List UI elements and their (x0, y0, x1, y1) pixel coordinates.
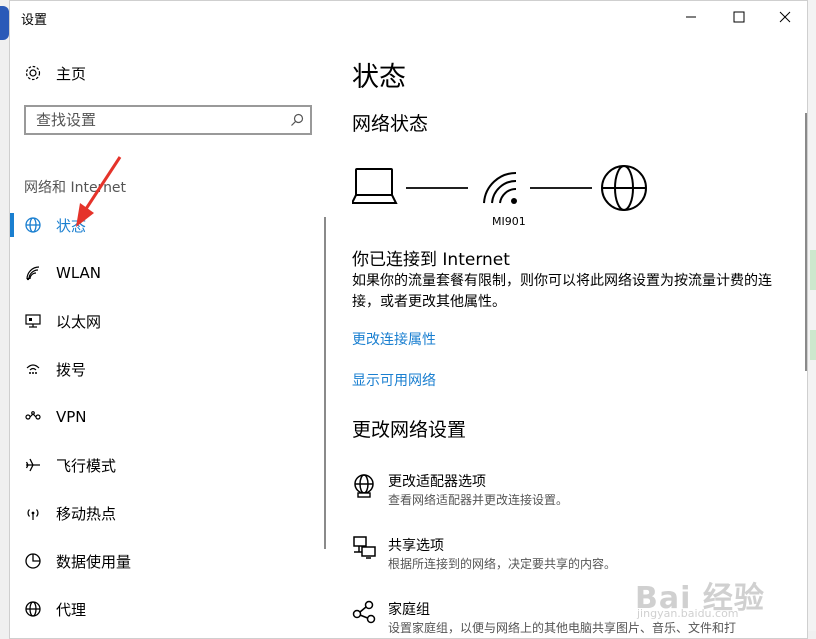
search-icon[interactable] (290, 113, 304, 127)
sidebar-item-status[interactable]: 状态 (10, 205, 310, 245)
sidebar-item-label: 主页 (56, 64, 87, 83)
option-description: 设置家庭组，以便与网络上的其他电脑共享图片、音乐、文件和打 (388, 621, 737, 635)
airplane-icon (24, 456, 42, 474)
option-change-adapter[interactable]: 更改适配器选项 查看网络适配器并更改连接设置。 (352, 469, 782, 513)
show-available-networks-link[interactable]: 显示可用网络 (352, 370, 436, 390)
maximize-icon (733, 11, 745, 23)
change-connection-properties-link[interactable]: 更改连接属性 (352, 329, 436, 349)
option-homegroup[interactable]: 家庭组 设置家庭组，以便与网络上的其他电脑共享图片、音乐、文件和打 (352, 597, 782, 638)
network-diagram (352, 165, 647, 211)
sidebar-item-dialup[interactable]: 拨号 (10, 349, 310, 389)
sharing-icon (353, 536, 376, 559)
sidebar-item-label: 状态 (56, 216, 87, 235)
sidebar-item-label: 移动热点 (56, 504, 117, 523)
sidebar-scrollbar[interactable] (324, 217, 326, 549)
option-title: 更改适配器选项 (388, 474, 486, 490)
main-content: 状态 网络状态 MI901 你已连接到 Internet 如果你的流量套餐有限制… (352, 33, 792, 638)
sidebar-item-label: 飞行模式 (56, 456, 117, 475)
search-box (24, 105, 312, 135)
connected-heading: 你已连接到 Internet (352, 250, 510, 270)
section-label: 网络和 Internet (24, 180, 127, 196)
internet-globe-icon (601, 165, 647, 211)
adapter-icon (354, 474, 374, 498)
sidebar-item-wlan[interactable]: WLAN (10, 253, 310, 293)
connected-description: 如果你的流量套餐有限制，则你可以将此网络设置为按流量计费的连接，或者更改其他属性… (352, 273, 772, 310)
main-scrollbar[interactable] (805, 113, 807, 371)
network-status-heading: 网络状态 (352, 113, 429, 135)
sidebar-item-label: 数据使用量 (56, 552, 132, 571)
sidebar-item-hotspot[interactable]: 移动热点 (10, 493, 310, 533)
title-bar: 设置 (10, 1, 807, 33)
maximize-button[interactable] (716, 3, 762, 31)
search-input[interactable] (36, 110, 276, 130)
proxy-globe-icon (24, 600, 42, 618)
laptop-icon (352, 168, 398, 204)
sidebar-item-label: 拨号 (56, 360, 87, 379)
hotspot-icon (24, 504, 42, 522)
globe-icon (24, 216, 42, 234)
close-icon (779, 11, 791, 23)
sidebar-item-home[interactable]: 主页 (10, 53, 310, 93)
option-sharing[interactable]: 共享选项 根据所连接到的网络，决定要共享的内容。 (352, 533, 782, 577)
homegroup-icon (352, 600, 376, 624)
sidebar-item-airplane[interactable]: 飞行模式 (10, 445, 310, 485)
minimize-button[interactable] (668, 3, 714, 31)
wifi-signal-icon (483, 171, 517, 204)
vpn-icon (24, 408, 42, 426)
sidebar-item-label: VPN (56, 408, 87, 426)
option-title: 家庭组 (388, 602, 430, 618)
settings-window: 设置 主页 网络和 Internet 状态 (9, 0, 808, 639)
window-title: 设置 (21, 13, 48, 28)
background-app-logo (0, 6, 9, 40)
option-title: 共享选项 (388, 538, 444, 554)
ethernet-icon (24, 312, 42, 330)
option-description: 根据所连接到的网络，决定要共享的内容。 (388, 557, 617, 571)
sidebar-item-data-usage[interactable]: 数据使用量 (10, 541, 310, 581)
wifi-icon (24, 264, 42, 282)
sidebar-item-proxy[interactable]: 代理 (10, 589, 310, 629)
change-network-settings-heading: 更改网络设置 (352, 419, 467, 441)
sidebar-item-label: WLAN (56, 264, 102, 282)
sidebar-item-label: 代理 (56, 600, 87, 619)
option-description: 查看网络适配器并更改连接设置。 (388, 493, 569, 507)
data-usage-icon (24, 552, 42, 570)
close-button[interactable] (762, 3, 807, 31)
gear-icon (24, 64, 42, 82)
network-name-label: MI901 (492, 215, 526, 228)
minimize-icon (686, 16, 696, 18)
sidebar-item-ethernet[interactable]: 以太网 (10, 301, 310, 341)
dialup-icon (24, 360, 42, 378)
sidebar-item-label: 以太网 (56, 312, 102, 331)
sidebar-item-vpn[interactable]: VPN (10, 397, 310, 437)
page-title: 状态 (352, 62, 406, 93)
